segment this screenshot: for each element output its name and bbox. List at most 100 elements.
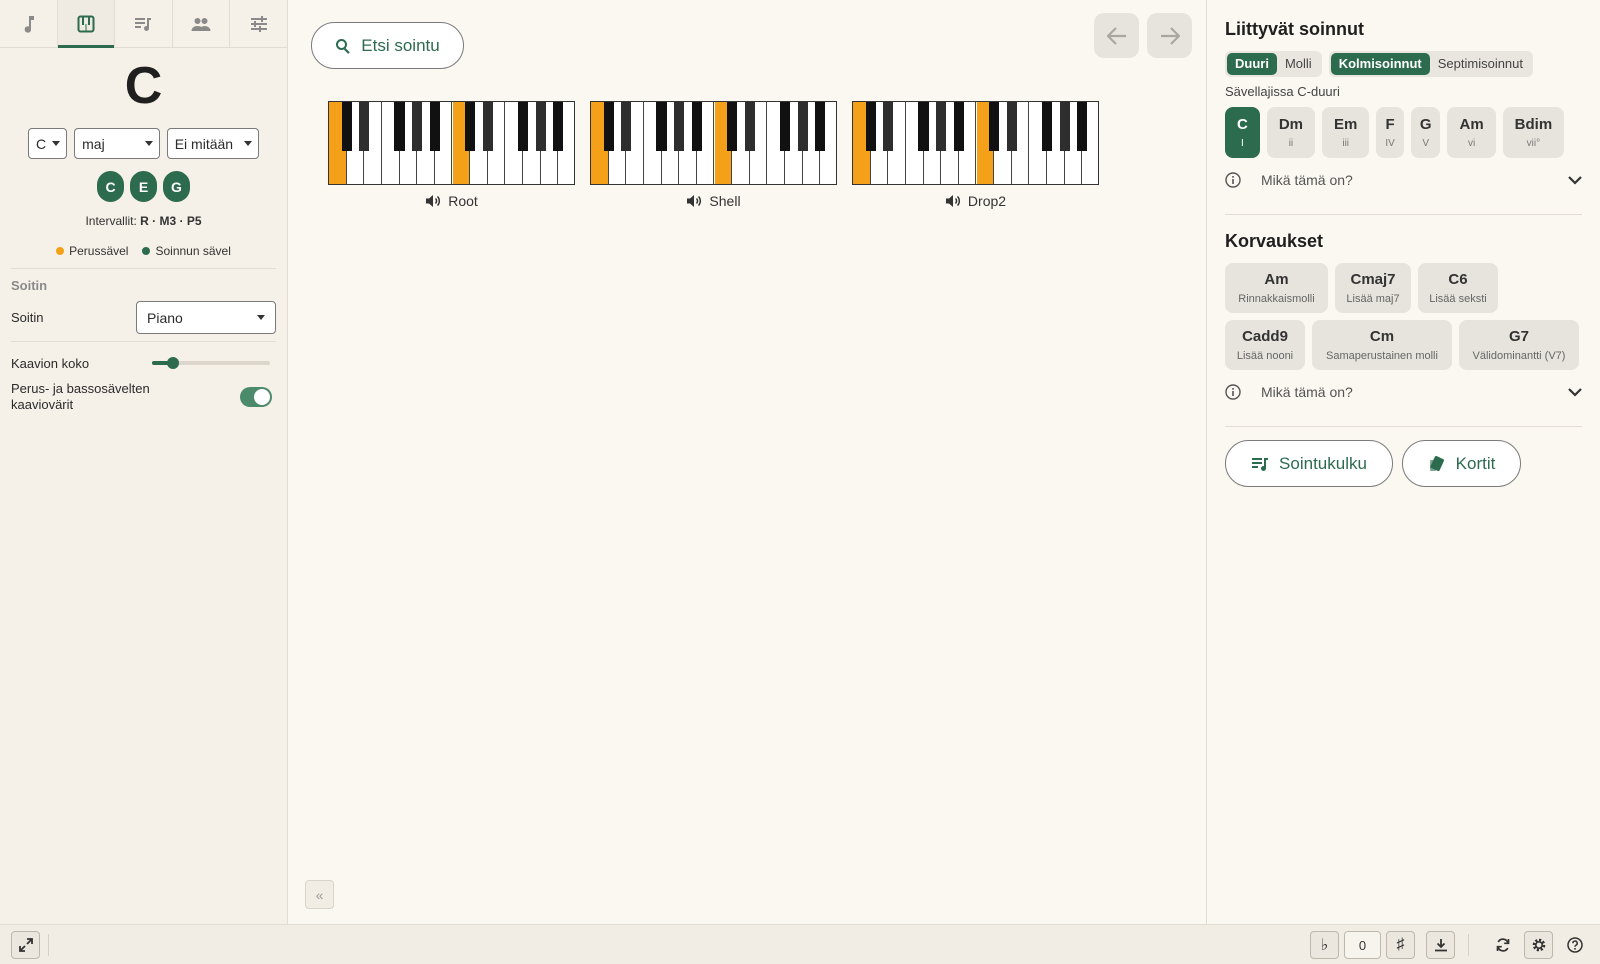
type-triads-option[interactable]: Kolmisoinnut (1330, 53, 1430, 75)
tab-progression[interactable] (115, 0, 173, 47)
chord-name: Bdim (1514, 116, 1553, 133)
diatonic-chord[interactable]: Am vi (1447, 107, 1496, 158)
black-key (517, 102, 529, 151)
black-key (691, 102, 702, 151)
substitution-chip[interactable]: Cmaj7 Lisää maj7 (1335, 263, 1411, 313)
settings-button[interactable] (1524, 931, 1553, 959)
diatonic-chord[interactable]: Dm ii (1266, 107, 1316, 158)
black-key (429, 102, 440, 151)
piano-diagram (328, 101, 575, 185)
black-key (656, 102, 667, 151)
tab-people[interactable] (173, 0, 231, 47)
sub-name: Cmaj7 (1350, 271, 1396, 288)
help-button[interactable] (1560, 931, 1589, 959)
black-key (953, 102, 964, 151)
legend-root: Perussävel (56, 244, 128, 258)
legend-chord-label: Soinnun sävel (155, 244, 231, 258)
note-badge[interactable]: E (130, 171, 157, 202)
chevron-down-icon (144, 141, 153, 146)
sharp-icon: ♯ (1396, 936, 1405, 953)
play-root-button[interactable]: Root (328, 193, 575, 209)
divider (11, 341, 276, 342)
transpose-sharp-button[interactable]: ♯ (1386, 931, 1415, 959)
divider (1225, 214, 1582, 215)
piano-diagram (590, 101, 837, 185)
sub-desc: Lisää seksti (1429, 293, 1487, 305)
tune-icon (250, 15, 267, 32)
progression-button[interactable]: Sointukulku (1225, 440, 1393, 487)
substitution-chip[interactable]: G7 Välidominantti (V7) (1459, 320, 1579, 370)
cards-button[interactable]: Kortit (1402, 440, 1521, 487)
root-select-value: C (36, 135, 47, 152)
section-title-instrument: Soitin (11, 278, 48, 293)
sub-desc: Välidominantti (V7) (1472, 350, 1566, 362)
tab-note[interactable] (0, 0, 58, 47)
diatonic-chords: CI Dm ii Em iii F IV GV Am vi Bdim vii° (1225, 107, 1600, 158)
action-buttons: Sointukulku Kortit (1225, 440, 1600, 487)
progression-label: Sointukulku (1279, 453, 1367, 473)
sync-button[interactable] (1488, 931, 1517, 959)
quality-select[interactable]: maj (74, 128, 160, 159)
black-key (359, 102, 370, 151)
next-button[interactable] (1147, 13, 1192, 58)
black-key (918, 102, 929, 151)
tab-piano[interactable] (57, 0, 116, 48)
diagram-size-label: Kaavion koko (11, 355, 90, 371)
diatonic-chord[interactable]: Bdim vii° (1502, 107, 1565, 158)
root-select[interactable]: C (28, 128, 68, 159)
instrument-label: Soitin (11, 310, 44, 325)
substitution-chip[interactable]: Cm Samaperustainen molli (1312, 320, 1452, 370)
instrument-value: Piano (147, 309, 183, 326)
transpose-flat-button[interactable]: ♭ (1310, 931, 1339, 959)
black-key (674, 102, 685, 151)
substitution-chip[interactable]: C6 Lisää seksti (1418, 263, 1498, 313)
type-sevenths-option[interactable]: Septimisoinnut (1430, 53, 1531, 75)
search-icon (336, 38, 351, 54)
slider-thumb[interactable] (167, 357, 180, 369)
black-key (621, 102, 632, 151)
bottom-toolbar: ♭ 0 ♯ (0, 924, 1600, 964)
instrument-row: Soitin Piano (0, 301, 287, 334)
diagram-size-slider[interactable] (152, 357, 270, 369)
type-toggle: Kolmisoinnut Septimisoinnut (1328, 51, 1534, 77)
previous-button[interactable] (1094, 13, 1139, 58)
tab-settings[interactable] (230, 0, 287, 47)
search-chord-button[interactable]: Etsi sointu (311, 22, 464, 69)
diagram-size-row: Kaavion koko (0, 355, 287, 371)
sub-name: Cm (1369, 328, 1395, 345)
voicing-label: Drop2 (967, 193, 1007, 209)
mode-toggle: Duuri Molli (1225, 51, 1322, 77)
sub-name: Cadd9 (1242, 328, 1288, 345)
mode-minor-option[interactable]: Molli (1277, 53, 1320, 75)
divider (48, 934, 49, 956)
mode-major-option[interactable]: Duuri (1227, 53, 1277, 75)
black-key (482, 102, 493, 151)
download-button[interactable] (1426, 931, 1455, 959)
substitution-chip[interactable]: Am Rinnakkaismolli (1225, 263, 1328, 313)
black-key (465, 102, 476, 151)
substitutions-info-expander[interactable]: Mikä tämä on? (1225, 370, 1582, 414)
diatonic-chord[interactable]: Em iii (1322, 107, 1370, 158)
fullscreen-button[interactable] (11, 931, 40, 959)
collapse-panel-button[interactable]: « (305, 880, 334, 909)
related-info-expander[interactable]: Mikä tämä on? (1225, 158, 1582, 202)
chord-roman: ii (1288, 138, 1294, 149)
play-shell-button[interactable]: Shell (590, 193, 837, 209)
black-key (883, 102, 894, 151)
color-toggle[interactable] (240, 387, 272, 407)
intervals-value: R · M3 · P5 (140, 214, 202, 228)
note-badge[interactable]: C (97, 171, 124, 202)
chord-name: Em (1334, 116, 1358, 133)
instrument-select[interactable]: Piano (136, 301, 276, 334)
play-drop2-button[interactable]: Drop2 (852, 193, 1099, 209)
diatonic-chord[interactable]: GV (1410, 107, 1441, 158)
diatonic-chord[interactable]: CI (1225, 107, 1260, 158)
substitution-chip[interactable]: Cadd9 Lisää nooni (1225, 320, 1305, 370)
chord-roman: I (1241, 138, 1244, 149)
legend-chord: Soinnun sävel (142, 244, 231, 258)
note-badge[interactable]: G (163, 171, 190, 202)
diatonic-chord[interactable]: F IV (1376, 107, 1404, 158)
extension-select[interactable]: Ei mitään (166, 128, 259, 159)
divider (1468, 934, 1469, 956)
chord-name: Am (1459, 116, 1484, 133)
